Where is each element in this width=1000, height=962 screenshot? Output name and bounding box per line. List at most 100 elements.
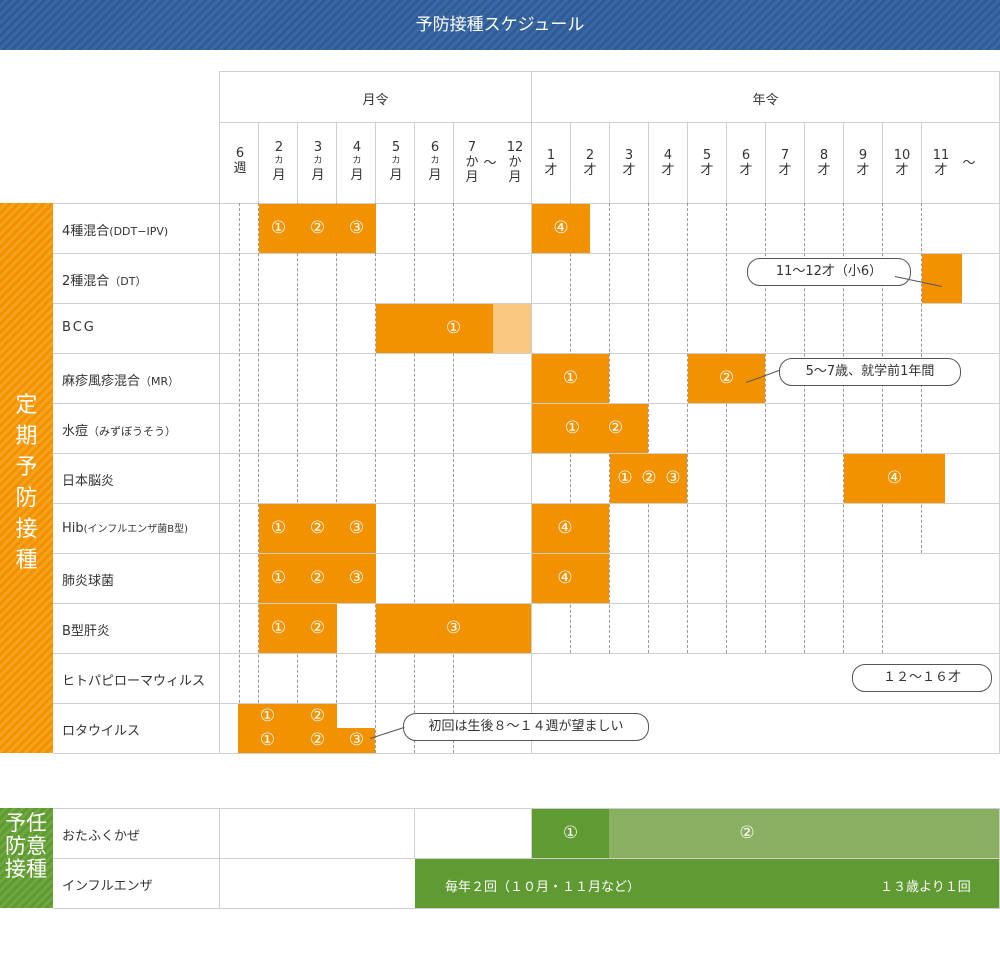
col-6y: 6才 xyxy=(739,148,753,178)
col-3y: 3才 xyxy=(622,148,636,178)
col-10y: 10 才 xyxy=(893,148,911,178)
flu-note-adult: １３歳より１回 xyxy=(880,880,971,895)
grid-line xyxy=(53,908,1000,909)
grid-line xyxy=(53,253,1000,254)
col-11y: 11 才 xyxy=(932,148,950,178)
grid-line xyxy=(53,653,1000,654)
dose-1: ① xyxy=(270,218,287,238)
grid-line xyxy=(336,203,337,753)
dose-4: ④ xyxy=(886,468,903,488)
col-7m: 7か月 xyxy=(465,140,479,185)
grid-line xyxy=(219,808,220,908)
grid-line xyxy=(336,122,337,203)
grid-line xyxy=(921,122,922,203)
grid-line xyxy=(53,553,1000,554)
dose-3: ③ xyxy=(348,518,365,538)
row-label-hib: Hib(インフルエンザ菌B型) xyxy=(62,521,189,536)
dose-3: ③ xyxy=(348,730,365,750)
dose-3: ③ xyxy=(348,218,365,238)
row-label-influenza: インフルエンザ xyxy=(62,879,153,894)
dose-3: ③ xyxy=(665,468,681,488)
dose-2: ② xyxy=(309,568,326,588)
col-4m: 4カ月 xyxy=(350,140,364,183)
schedule-bar xyxy=(922,254,962,303)
grid-line xyxy=(804,122,805,203)
note-rotavirus: 初回は生後８〜１４週が望ましい xyxy=(403,713,649,741)
grid-line xyxy=(843,122,844,203)
grid-line xyxy=(609,122,610,203)
grid-line xyxy=(219,71,220,753)
schedule-bar-optional xyxy=(493,304,531,353)
dose-4: ④ xyxy=(553,218,569,238)
grid-line xyxy=(53,353,1000,354)
col-9y: 9才 xyxy=(856,148,870,178)
grid-line xyxy=(453,122,454,203)
row-label-je: 日本脳炎 xyxy=(62,474,115,489)
dose-1: ① xyxy=(270,518,287,538)
dose-2: ② xyxy=(739,823,755,843)
note-mr: 5〜7歳、就学前1年間 xyxy=(779,358,961,386)
row-label-varicella: 水痘（みずぼうそう） xyxy=(62,424,177,439)
row-label-mumps: おたふくかぜ xyxy=(62,829,141,844)
grid-line xyxy=(220,122,1000,123)
row-label-hepb: B型肝炎 xyxy=(62,624,110,639)
dose-2: ② xyxy=(309,706,326,726)
note-dt: 11〜12才（小6） xyxy=(747,258,911,286)
grid-line xyxy=(882,122,883,203)
grid-line xyxy=(726,203,727,653)
grid-line xyxy=(414,203,415,753)
month-age-header: 月令 xyxy=(362,93,389,108)
grid-line xyxy=(570,122,571,203)
dose-3: ③ xyxy=(445,618,462,638)
row-label-dt: 2種混合（DT） xyxy=(62,274,147,289)
grid-line xyxy=(297,122,298,203)
dose-2: ② xyxy=(309,518,326,538)
grid-line xyxy=(53,403,1000,404)
grid-line xyxy=(53,703,1000,704)
dose-2: ② xyxy=(309,730,326,750)
grid-line xyxy=(53,503,1000,504)
dose-4: ④ xyxy=(557,568,573,588)
dose-1: ① xyxy=(259,730,276,750)
row-label-pneumococcal: 肺炎球菌 xyxy=(62,574,115,589)
col-8y: 8才 xyxy=(817,148,831,178)
col-range-tilde: 〜 xyxy=(483,156,497,171)
row-label-dpt-ipv: 4種混合(DDT−IPV) xyxy=(62,224,169,239)
dose-3: ③ xyxy=(348,568,365,588)
page-title: 予防接種スケジュール xyxy=(415,15,585,35)
row-label-rotavirus: ロタウイルス xyxy=(62,724,141,739)
grid-line xyxy=(375,122,376,203)
dose-1: ① xyxy=(445,318,462,338)
col-5m: 5カ月 xyxy=(389,140,403,183)
col-7y: 7才 xyxy=(778,148,792,178)
row-label-hpv: ヒトパピローマウィルス xyxy=(62,674,206,689)
col-6w: 6週 xyxy=(233,146,247,176)
col-1y: 1才 xyxy=(544,148,558,178)
col-2m: 2カ月 xyxy=(272,140,286,183)
col-4y: 4才 xyxy=(661,148,675,178)
grid-line xyxy=(258,203,259,753)
optional-vaccination-text: 予任防意接種 xyxy=(5,811,47,881)
dose-4: ④ xyxy=(557,518,573,538)
col-12m: 12 か月 xyxy=(506,140,524,185)
grid-line xyxy=(258,122,259,203)
row-label-mr: 麻疹風疹混合（MR） xyxy=(62,374,180,389)
grid-line xyxy=(414,808,415,858)
col-2y: 2才 xyxy=(583,148,597,178)
grid-line xyxy=(687,122,688,203)
dose-1: ① xyxy=(562,823,579,843)
dose-1: ① xyxy=(562,368,579,388)
grid-line xyxy=(648,203,649,653)
grid-line xyxy=(414,122,415,203)
grid-line xyxy=(765,122,766,203)
grid-line xyxy=(220,71,1000,72)
col-5y: 5才 xyxy=(700,148,714,178)
grid-line xyxy=(453,203,454,753)
dose-2: ② xyxy=(641,468,657,488)
grid-line xyxy=(53,203,1000,204)
grid-line xyxy=(297,203,298,753)
grid-line xyxy=(53,753,1000,754)
dose-1: ① xyxy=(564,418,581,438)
year-age-header: 年令 xyxy=(752,93,779,108)
dose-1: ① xyxy=(270,618,287,638)
